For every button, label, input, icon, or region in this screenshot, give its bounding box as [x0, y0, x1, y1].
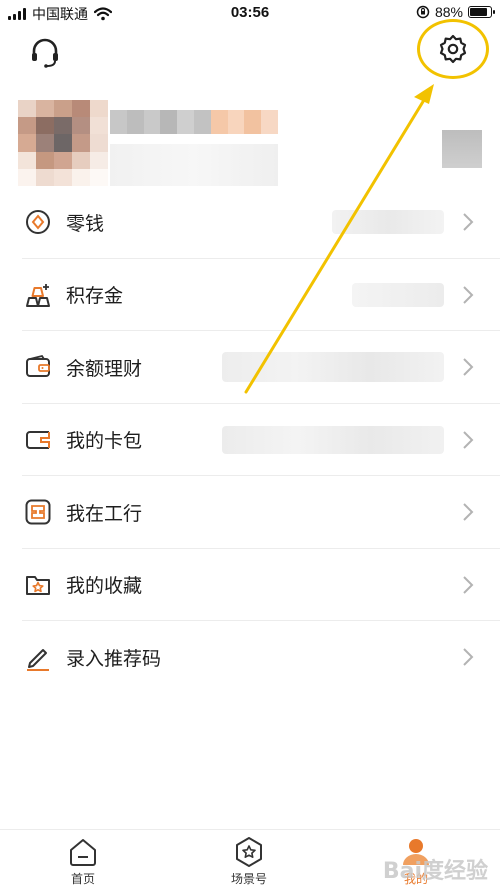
icbc-logo-icon [25, 499, 51, 525]
wallet-icon [26, 355, 50, 378]
tab-scenes[interactable]: 场景号 [209, 836, 289, 887]
battery-icon [468, 6, 495, 18]
avatar-pixel [54, 151, 72, 169]
avatar-pixel [36, 151, 54, 169]
chevron-right-icon [463, 576, 474, 594]
menu-item-referral-code[interactable]: 录入推荐码 [0, 621, 500, 694]
avatar-pixel [90, 117, 108, 135]
menu-label: 我的收藏 [66, 575, 143, 598]
menu-label: 录入推荐码 [66, 647, 162, 670]
avatar-pixel [90, 134, 108, 152]
headset-icon[interactable] [28, 36, 62, 70]
name-pixel [110, 110, 127, 134]
chevron-right-icon [463, 213, 474, 231]
avatar-pixel [18, 117, 36, 135]
avatar-pixel [18, 151, 36, 169]
avatar-pixel [36, 117, 54, 135]
hexagon-star-icon [236, 837, 262, 867]
tab-label: 场景号 [230, 872, 267, 886]
menu-item-card-wallet[interactable]: 我的卡包 [0, 404, 500, 476]
value-blurred [222, 425, 444, 454]
avatar-pixel [72, 100, 90, 118]
avatar-pixel [72, 134, 90, 152]
gear-icon[interactable] [437, 33, 469, 65]
avatar-pixel [54, 134, 72, 152]
menu-label: 零钱 [66, 212, 105, 235]
coin-icon [26, 210, 50, 235]
menu-label: 积存金 [66, 285, 124, 308]
avatar-pixel [72, 117, 90, 135]
avatar-pixel [72, 151, 90, 169]
status-right: 88% [416, 4, 495, 20]
tab-home[interactable]: 首页 [43, 836, 123, 887]
name-pixel [244, 110, 262, 134]
chevron-right-icon [463, 431, 474, 449]
menu-item-favorites[interactable]: 我的收藏 [0, 549, 500, 621]
qr-code-blurred[interactable] [442, 130, 482, 168]
avatar-pixel [54, 117, 72, 135]
balance-blurred [332, 210, 444, 235]
card-icon [26, 430, 50, 449]
menu-label: 我在工行 [66, 502, 143, 525]
orientation-lock-icon [416, 5, 430, 19]
avatar-pixel [18, 134, 36, 152]
value-blurred [352, 282, 444, 307]
watermark: Bai度经验 [382, 859, 488, 884]
menu-item-balance-finance[interactable]: 余额理财 [0, 331, 500, 404]
name-pixel [160, 110, 178, 134]
gold-bars-icon [26, 283, 50, 307]
menu-label: 我的卡包 [66, 430, 143, 453]
tab-label: 首页 [70, 872, 95, 886]
name-pixel [261, 110, 278, 134]
avatar-pixel [36, 168, 54, 186]
name-pixel [210, 110, 228, 134]
account-info-blurred [110, 144, 278, 186]
status-bar: 中国联通 03:56 88% [0, 0, 500, 26]
avatar-pixel [90, 168, 108, 186]
name-pixel [126, 110, 144, 134]
avatar-pixel [72, 168, 90, 186]
avatar-pixel [54, 100, 72, 118]
avatar-pixel [36, 100, 54, 118]
tab-bar: 首页 场景号 我的 Bai度经验 [0, 829, 500, 889]
menu-list: 零钱 积存金 余额理财 我的卡包 我在工行 我的收藏 录入推荐码 [0, 186, 500, 694]
chevron-right-icon [463, 358, 474, 376]
name-pixel [143, 110, 161, 134]
battery-percent: 88% [434, 4, 463, 20]
chevron-right-icon [463, 503, 474, 521]
star-folder-icon [26, 575, 50, 595]
username-blurred [110, 110, 278, 134]
avatar-pixel [36, 134, 54, 152]
menu-item-my-icbc[interactable]: 我在工行 [0, 476, 500, 549]
menu-item-gold-savings[interactable]: 积存金 [0, 259, 500, 331]
avatar-pixel [18, 168, 36, 186]
name-pixel [227, 110, 245, 134]
menu-label: 余额理财 [66, 357, 143, 380]
battery-level [470, 8, 487, 16]
home-icon [70, 839, 96, 866]
chevron-right-icon [463, 286, 474, 304]
name-pixel [193, 110, 211, 134]
avatar[interactable] [18, 100, 108, 186]
menu-item-change[interactable]: 零钱 [0, 186, 500, 259]
avatar-pixel [90, 100, 108, 118]
avatar-pixel [18, 100, 36, 118]
chevron-right-icon [463, 648, 474, 666]
pen-icon [27, 649, 49, 672]
value-blurred [222, 352, 444, 383]
name-pixel [177, 110, 194, 134]
avatar-pixel [54, 168, 72, 186]
avatar-pixel [90, 151, 108, 169]
